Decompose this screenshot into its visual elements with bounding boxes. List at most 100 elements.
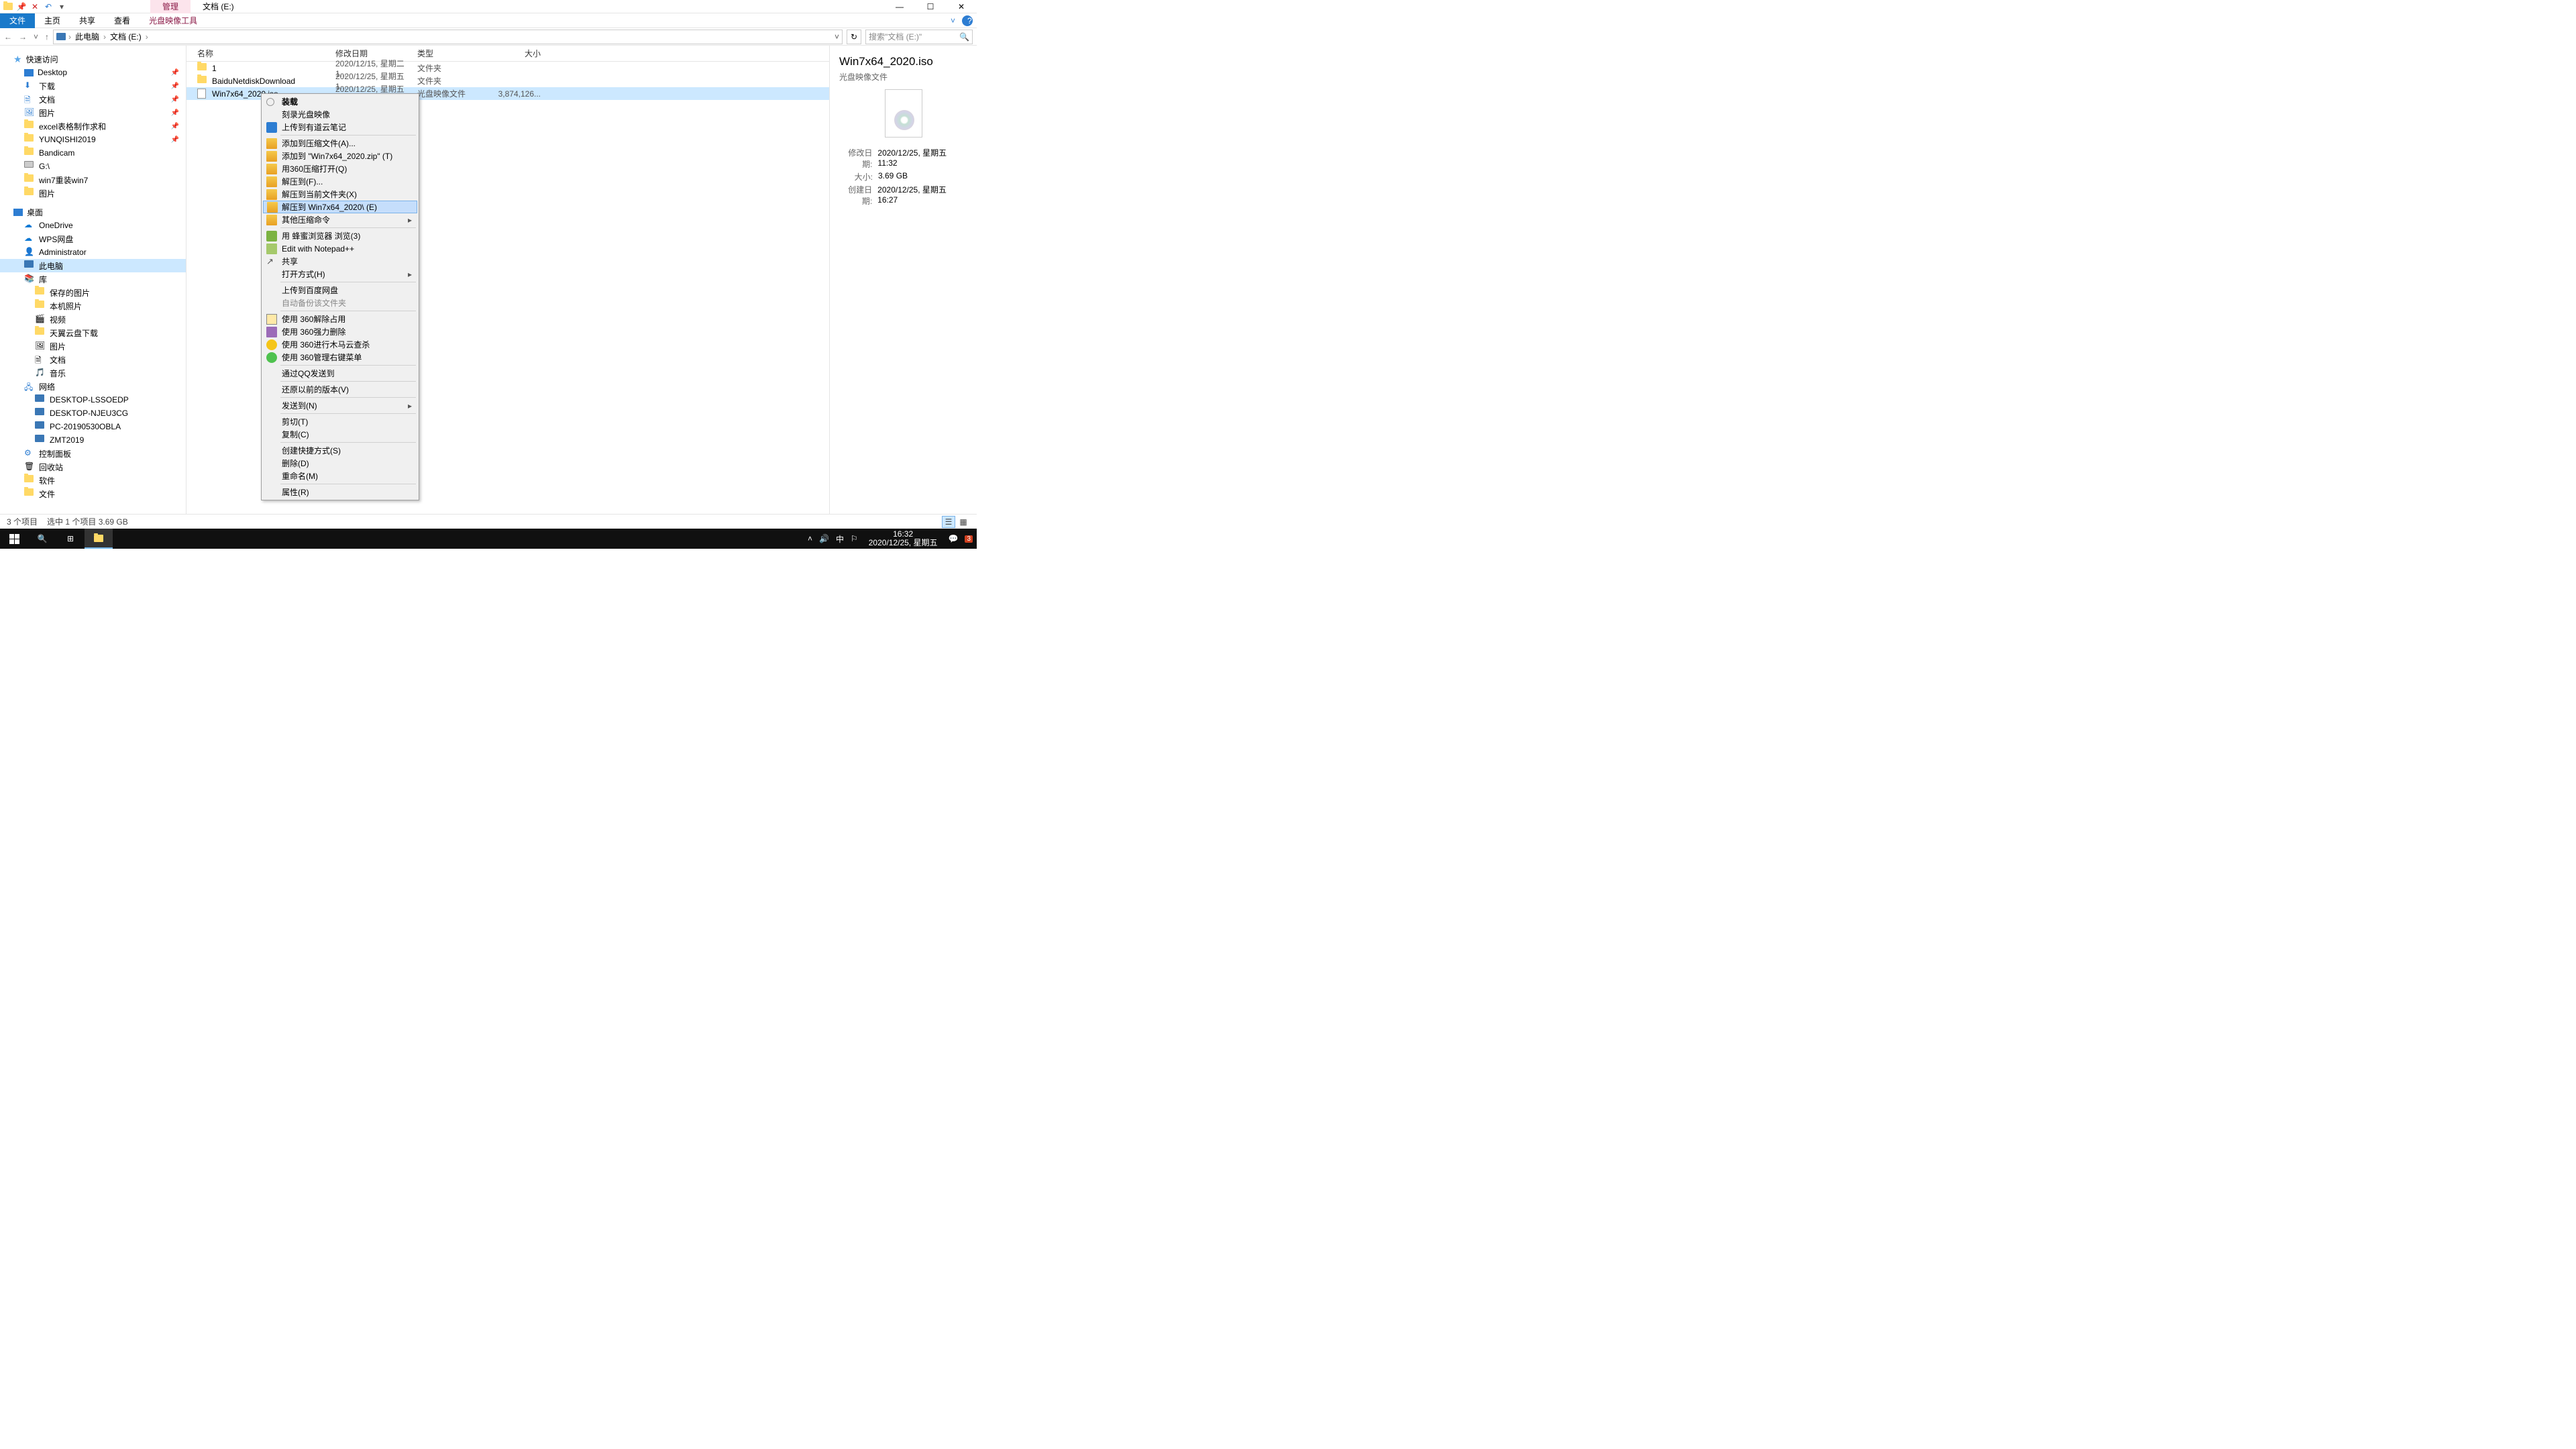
ctx-add-zip[interactable]: 添加到 "Win7x64_2020.zip" (T) [263, 150, 417, 162]
nav-up-button[interactable]: ↑ [45, 32, 49, 42]
nav-item[interactable]: ☁OneDrive [0, 219, 186, 232]
breadcrumb-drop-icon[interactable]: ˅ [835, 32, 839, 42]
nav-item[interactable]: ⚙控制面板 [0, 447, 186, 460]
view-thumbnails-button[interactable]: ▦ [957, 516, 970, 528]
breadcrumb[interactable]: › 此电脑 › 文档 (E:) › ˅ [53, 30, 843, 44]
chevron-right-icon[interactable]: › [146, 32, 148, 42]
nav-item[interactable]: 👤Administrator [0, 246, 186, 259]
search-icon[interactable]: 🔍 [959, 32, 969, 42]
nav-back-button[interactable]: ← [4, 32, 12, 42]
nav-item[interactable]: 文件 [0, 487, 186, 500]
nav-quick-access[interactable]: ★快速访问 [0, 52, 186, 66]
breadcrumb-drive[interactable]: 文档 (E:) [109, 31, 143, 42]
nav-item[interactable]: DESKTOP-NJEU3CG [0, 407, 186, 420]
chevron-right-icon[interactable]: › [103, 32, 106, 42]
nav-item[interactable]: ZMT2019 [0, 433, 186, 447]
nav-item[interactable]: G:\ [0, 160, 186, 173]
ctx-mount[interactable]: 装载 [263, 95, 417, 108]
nav-item[interactable]: DESKTOP-LSSOEDP [0, 393, 186, 407]
nav-item[interactable]: YUNQISHI2019📌 [0, 133, 186, 146]
nav-item[interactable]: 📚库 [0, 272, 186, 286]
ctx-bee-browser[interactable]: 用 蜂蜜浏览器 浏览(3) [263, 229, 417, 242]
nav-item[interactable]: 本机照片 [0, 299, 186, 313]
ctx-open-with[interactable]: 打开方式(H)▸ [263, 268, 417, 280]
tray-chevron-icon[interactable]: ˄ [808, 534, 812, 543]
nav-item[interactable]: 🗎文档 [0, 353, 186, 366]
close-button[interactable]: ✕ [946, 0, 977, 13]
nav-item[interactable]: 🎵音乐 [0, 366, 186, 380]
qat-undo-icon[interactable]: ↶ [43, 1, 54, 12]
qat-delete-icon[interactable]: ✕ [30, 1, 40, 12]
col-size[interactable]: 大小 [487, 48, 541, 59]
ctx-properties[interactable]: 属性(R) [263, 486, 417, 498]
ctx-delete[interactable]: 删除(D) [263, 457, 417, 470]
chevron-right-icon[interactable]: › [68, 32, 71, 42]
contextual-tab-manage[interactable]: 管理 [150, 0, 191, 13]
start-button[interactable] [0, 529, 28, 549]
ctx-notepadpp[interactable]: Edit with Notepad++ [263, 242, 417, 255]
col-type[interactable]: 类型 [417, 48, 487, 59]
nav-forward-button[interactable]: → [19, 32, 27, 42]
ctx-open-360zip[interactable]: 用360压缩打开(Q) [263, 162, 417, 175]
minimize-button[interactable]: — [884, 0, 915, 13]
nav-item[interactable]: 图片 [0, 186, 186, 200]
ctx-extract-here[interactable]: 解压到当前文件夹(X) [263, 188, 417, 201]
ctx-extract-to[interactable]: 解压到(F)... [263, 175, 417, 188]
nav-item[interactable]: Desktop📌 [0, 66, 186, 79]
ctx-youdao[interactable]: 上传到有道云笔记 [263, 121, 417, 133]
nav-item[interactable]: PC-20190530OBLA [0, 420, 186, 433]
ribbon-tab-home[interactable]: 主页 [35, 13, 70, 28]
ribbon-tab-disctools[interactable]: 光盘映像工具 [140, 13, 207, 28]
taskview-button[interactable]: ⊞ [56, 529, 85, 549]
nav-network[interactable]: 🖧网络 [0, 380, 186, 393]
nav-item-this-pc[interactable]: 此电脑 [0, 259, 186, 272]
ctx-360-scan[interactable]: 使用 360进行木马云查杀 [263, 338, 417, 351]
ctx-shortcut[interactable]: 创建快捷方式(S) [263, 444, 417, 457]
nav-item[interactable]: 🎬视频 [0, 313, 186, 326]
ctx-360-menu[interactable]: 使用 360管理右键菜单 [263, 351, 417, 364]
ctx-360-delete[interactable]: 使用 360强力删除 [263, 325, 417, 338]
ribbon-tab-share[interactable]: 共享 [70, 13, 105, 28]
nav-item[interactable]: Bandicam [0, 146, 186, 160]
ctx-rename[interactable]: 重命名(M) [263, 470, 417, 482]
col-name[interactable]: 名称 [197, 48, 335, 59]
qat-pin-icon[interactable]: 📌 [16, 1, 27, 12]
nav-pane[interactable]: ★快速访问 Desktop📌 ⬇下载📌 🗎文档📌 🖼图片📌 excel表格制作求… [0, 46, 186, 514]
nav-item[interactable]: ☁WPS网盘 [0, 232, 186, 246]
tray-volume-icon[interactable]: 🔊 [819, 534, 829, 543]
file-row[interactable]: 12020/12/15, 星期二 1...文件夹 [186, 62, 829, 74]
nav-item[interactable]: 软件 [0, 474, 186, 487]
nav-item[interactable]: 🗑回收站 [0, 460, 186, 474]
ribbon-tab-file[interactable]: 文件 [0, 13, 35, 28]
ctx-extract-named[interactable]: 解压到 Win7x64_2020\ (E) [263, 201, 417, 213]
nav-item[interactable]: win7重装win7 [0, 173, 186, 186]
nav-item[interactable]: 保存的图片 [0, 286, 186, 299]
ctx-burn[interactable]: 刻录光盘映像 [263, 108, 417, 121]
search-button[interactable]: 🔍 [28, 529, 56, 549]
ctx-baidu[interactable]: 上传到百度网盘 [263, 284, 417, 297]
ctx-cut[interactable]: 剪切(T) [263, 415, 417, 428]
ctx-add-archive[interactable]: 添加到压缩文件(A)... [263, 137, 417, 150]
file-row[interactable]: BaiduNetdiskDownload2020/12/25, 星期五 1...… [186, 74, 829, 87]
ctx-qq-send[interactable]: 通过QQ发送到 [263, 367, 417, 380]
ctx-share[interactable]: ↗共享 [263, 255, 417, 268]
ctx-360-unlock[interactable]: 使用 360解除占用 [263, 313, 417, 325]
tray-security-icon[interactable]: ⚐ [851, 534, 858, 543]
qat-more-icon[interactable]: ▾ [56, 1, 67, 12]
tray-notification-icon[interactable]: 💬 [948, 534, 958, 543]
ribbon-expand-icon[interactable]: ˅ [944, 16, 962, 25]
nav-recent-button[interactable]: ˅ [34, 32, 38, 42]
view-details-button[interactable]: ☰ [942, 516, 955, 528]
ctx-copy[interactable]: 复制(C) [263, 428, 417, 441]
nav-item[interactable]: excel表格制作求和📌 [0, 119, 186, 133]
nav-item[interactable]: 🗎文档📌 [0, 93, 186, 106]
system-tray[interactable]: ˄ 🔊 中 ⚐ 16:322020/12/25, 星期五 💬 3 [808, 530, 977, 547]
nav-desktop[interactable]: 桌面 [0, 205, 186, 219]
breadcrumb-pc[interactable]: 此电脑 [74, 31, 101, 42]
ctx-restore-version[interactable]: 还原以前的版本(V) [263, 383, 417, 396]
nav-item[interactable]: 🖼图片 [0, 339, 186, 353]
taskbar-clock[interactable]: 16:322020/12/25, 星期五 [865, 530, 942, 547]
taskbar-explorer[interactable] [85, 529, 113, 549]
column-headers[interactable]: 名称 修改日期 类型 大小 [186, 46, 829, 62]
taskbar[interactable]: 🔍 ⊞ ˄ 🔊 中 ⚐ 16:322020/12/25, 星期五 💬 3 [0, 529, 977, 549]
